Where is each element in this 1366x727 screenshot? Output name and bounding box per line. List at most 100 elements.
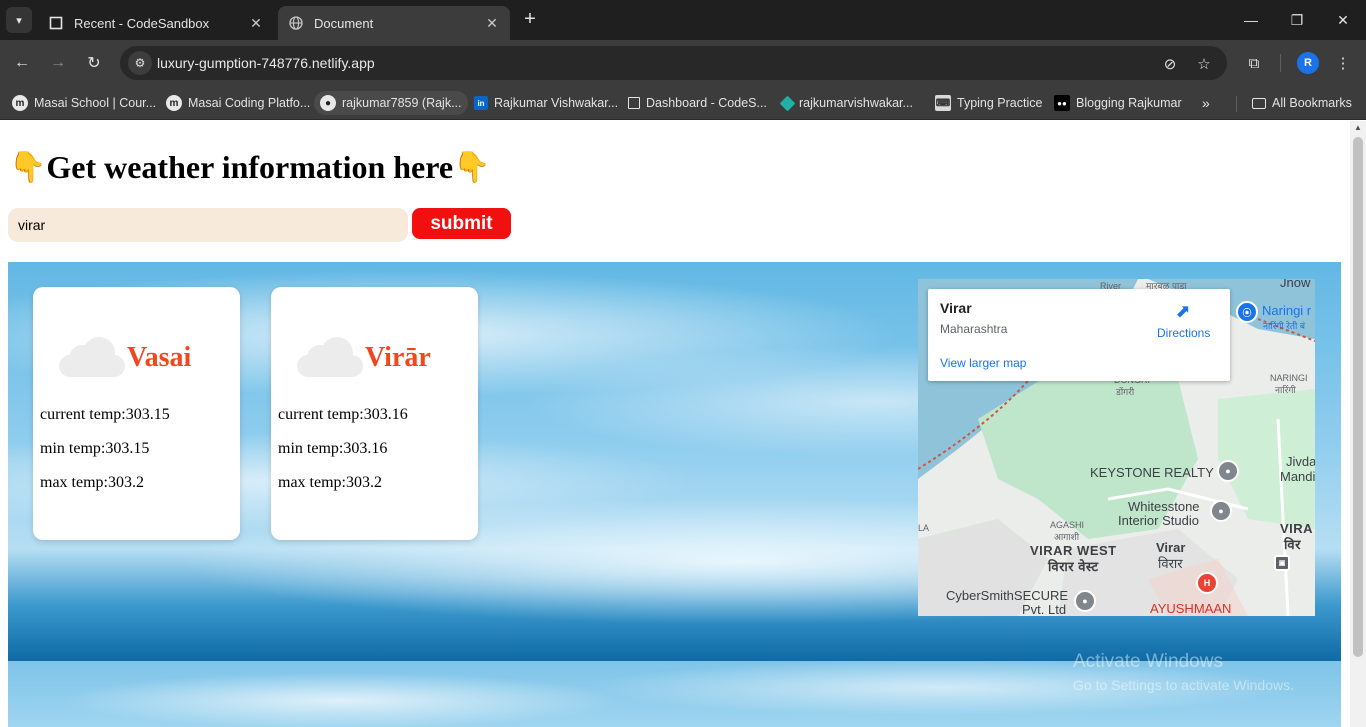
new-tab-button[interactable]: +: [520, 9, 540, 30]
close-window-button[interactable]: ✕: [1320, 0, 1366, 40]
kebab-menu-icon[interactable]: ⋮: [1332, 52, 1354, 74]
bookmarks-bar: m Masai School | Cour... m Masai Coding …: [0, 86, 1366, 120]
browser-toolbar: ← → ↻ ⚙ luxury-gumption-748776.netlify.a…: [0, 40, 1366, 86]
bookmark-linkedin[interactable]: in Rajkumar Vishwakar...: [468, 91, 624, 115]
map-pin-icon[interactable]: ●: [1074, 590, 1096, 612]
profile-avatar[interactable]: R: [1297, 52, 1319, 74]
weather-card: Virār current temp:303.16 min temp:303.1…: [271, 287, 478, 540]
pointing-down-icon: 👇: [9, 150, 47, 184]
scroll-up-icon[interactable]: ▲: [1350, 121, 1366, 135]
train-station-icon[interactable]: ▣: [1274, 555, 1290, 571]
minimize-button[interactable]: —: [1228, 0, 1274, 40]
map-label: आगाशी: [1054, 532, 1080, 542]
globe-icon: [288, 15, 304, 31]
submit-button[interactable]: submit: [412, 208, 511, 239]
cloud-icon: [297, 337, 363, 379]
directions-icon[interactable]: ⬈: [1172, 301, 1194, 323]
chevron-double-right-icon[interactable]: »: [1202, 95, 1210, 111]
activate-windows-title: Activate Windows: [1073, 651, 1223, 672]
web-page: 👇 Get weather information here 👇 submit …: [0, 121, 1350, 727]
bookmark-masai-school[interactable]: m Masai School | Cour...: [6, 91, 162, 115]
city-name: Virār: [365, 342, 431, 373]
bookmark-label: Masai School | Cour...: [34, 96, 157, 110]
close-icon[interactable]: ✕: [248, 15, 264, 31]
city-name: Vasai: [127, 342, 192, 373]
codesandbox-icon: [48, 15, 64, 31]
github-icon: ●: [320, 95, 336, 111]
bookmark-rajkumarvishwakar[interactable]: rajkumarvishwakar...: [776, 91, 919, 115]
current-temp: current temp:303.15: [40, 406, 170, 423]
typing-icon: ⌨: [935, 95, 951, 111]
bookmark-codesandbox[interactable]: Dashboard - CodeS...: [622, 91, 773, 115]
close-icon[interactable]: ✕: [484, 15, 500, 31]
restore-button[interactable]: ❐: [1274, 0, 1320, 40]
page-scrollbar[interactable]: ▲: [1350, 121, 1366, 727]
page-title: 👇 Get weather information here 👇: [9, 147, 490, 187]
bookmark-github[interactable]: ● rajkumar7859 (Rajk...: [314, 91, 468, 115]
reload-icon[interactable]: ↻: [82, 51, 106, 75]
map-label: Pvt. Ltd: [1022, 602, 1067, 616]
map-pin-icon[interactable]: ⦿: [1236, 301, 1258, 323]
map-label: KEYSTONE REALTY: [1090, 465, 1214, 480]
map-label: Naringi r: [1262, 303, 1312, 318]
forward-arrow-icon[interactable]: →: [46, 51, 70, 75]
tab-document[interactable]: Document ✕: [278, 6, 510, 40]
map-label: Virar: [1156, 540, 1186, 555]
map-label: Mandir: [1280, 469, 1315, 484]
bookmark-label: Rajkumar Vishwakar...: [494, 96, 619, 110]
bookmark-blogging[interactable]: ●● Blogging Rajkumar: [1048, 91, 1188, 115]
scrollbar-thumb[interactable]: [1353, 137, 1363, 657]
address-bar[interactable]: ⚙ luxury-gumption-748776.netlify.app ⊘ ☆: [120, 46, 1227, 80]
bookmark-label: Dashboard - CodeS...: [646, 96, 767, 110]
map-label: LA: [918, 523, 930, 533]
map-label: विर: [1284, 537, 1301, 552]
folder-icon: [1252, 97, 1266, 109]
bookmark-label: rajkumar7859 (Rajk...: [342, 96, 462, 110]
medium-icon: ●●: [1054, 95, 1070, 111]
weather-card: Vasai current temp:303.15 min temp:303.1…: [33, 287, 240, 540]
min-temp: min temp:303.15: [40, 440, 150, 457]
bookmark-label: Masai Coding Platfo...: [188, 96, 311, 110]
codesandbox-icon: [628, 97, 640, 109]
map-label: Jivda: [1286, 454, 1315, 469]
hospital-pin-icon[interactable]: H: [1196, 572, 1218, 594]
toolbar-divider: [1280, 54, 1281, 72]
map-label: VIRAR WEST: [1030, 543, 1117, 558]
view-larger-map-link[interactable]: View larger map: [940, 356, 1026, 370]
map-pin-icon[interactable]: ●: [1210, 500, 1232, 522]
site-settings-icon[interactable]: ⚙: [128, 51, 152, 75]
tab-title: Recent - CodeSandbox: [74, 15, 210, 31]
extensions-icon[interactable]: ⧉: [1243, 52, 1265, 74]
map-label: नारिंगी: [1275, 385, 1296, 395]
eye-off-icon[interactable]: ⊘: [1160, 54, 1180, 74]
map-label: डोंगरी: [1116, 387, 1135, 397]
min-temp: min temp:303.16: [278, 440, 388, 457]
directions-link[interactable]: Directions: [1157, 326, 1210, 340]
map-label: NARINGI: [1270, 373, 1308, 383]
city-search-input[interactable]: [8, 208, 408, 242]
page-title-text: Get weather information here: [46, 148, 454, 185]
weather-card-header: Virār: [297, 327, 431, 389]
all-bookmarks-button[interactable]: All Bookmarks: [1246, 91, 1358, 115]
map-label: विरार वेस्ट: [1048, 559, 1099, 574]
star-icon[interactable]: ☆: [1194, 54, 1214, 74]
back-arrow-icon[interactable]: ←: [10, 51, 34, 75]
map-place-card: Virar Maharashtra ⬈ Directions View larg…: [928, 289, 1230, 381]
map-place-title: Virar: [940, 300, 972, 316]
max-temp: max temp:303.2: [40, 474, 144, 491]
map-label: नारिंगी रेती बं: [1263, 321, 1306, 331]
pointing-down-icon: 👇: [453, 150, 491, 184]
tab-recent-codesandbox[interactable]: Recent - CodeSandbox ✕: [38, 6, 274, 40]
bookmark-typing-practice[interactable]: ⌨ Typing Practice: [929, 91, 1048, 115]
map-pin-icon[interactable]: ●: [1217, 460, 1239, 482]
google-map-embed[interactable]: मारबळ पाडा River Jnow Naringi r नारिंगी …: [918, 279, 1315, 616]
map-label: AGASHI: [1050, 520, 1085, 530]
url-text[interactable]: luxury-gumption-748776.netlify.app: [157, 55, 375, 71]
tab-search-button[interactable]: ▾: [6, 7, 32, 33]
weather-card-header: Vasai: [59, 327, 191, 389]
bookmark-label: Blogging Rajkumar: [1076, 96, 1182, 110]
max-temp: max temp:303.2: [278, 474, 382, 491]
bookmark-masai-coding[interactable]: m Masai Coding Platfo...: [160, 91, 316, 115]
bookmark-label: Typing Practice: [957, 96, 1043, 110]
diamond-icon: [779, 95, 796, 111]
